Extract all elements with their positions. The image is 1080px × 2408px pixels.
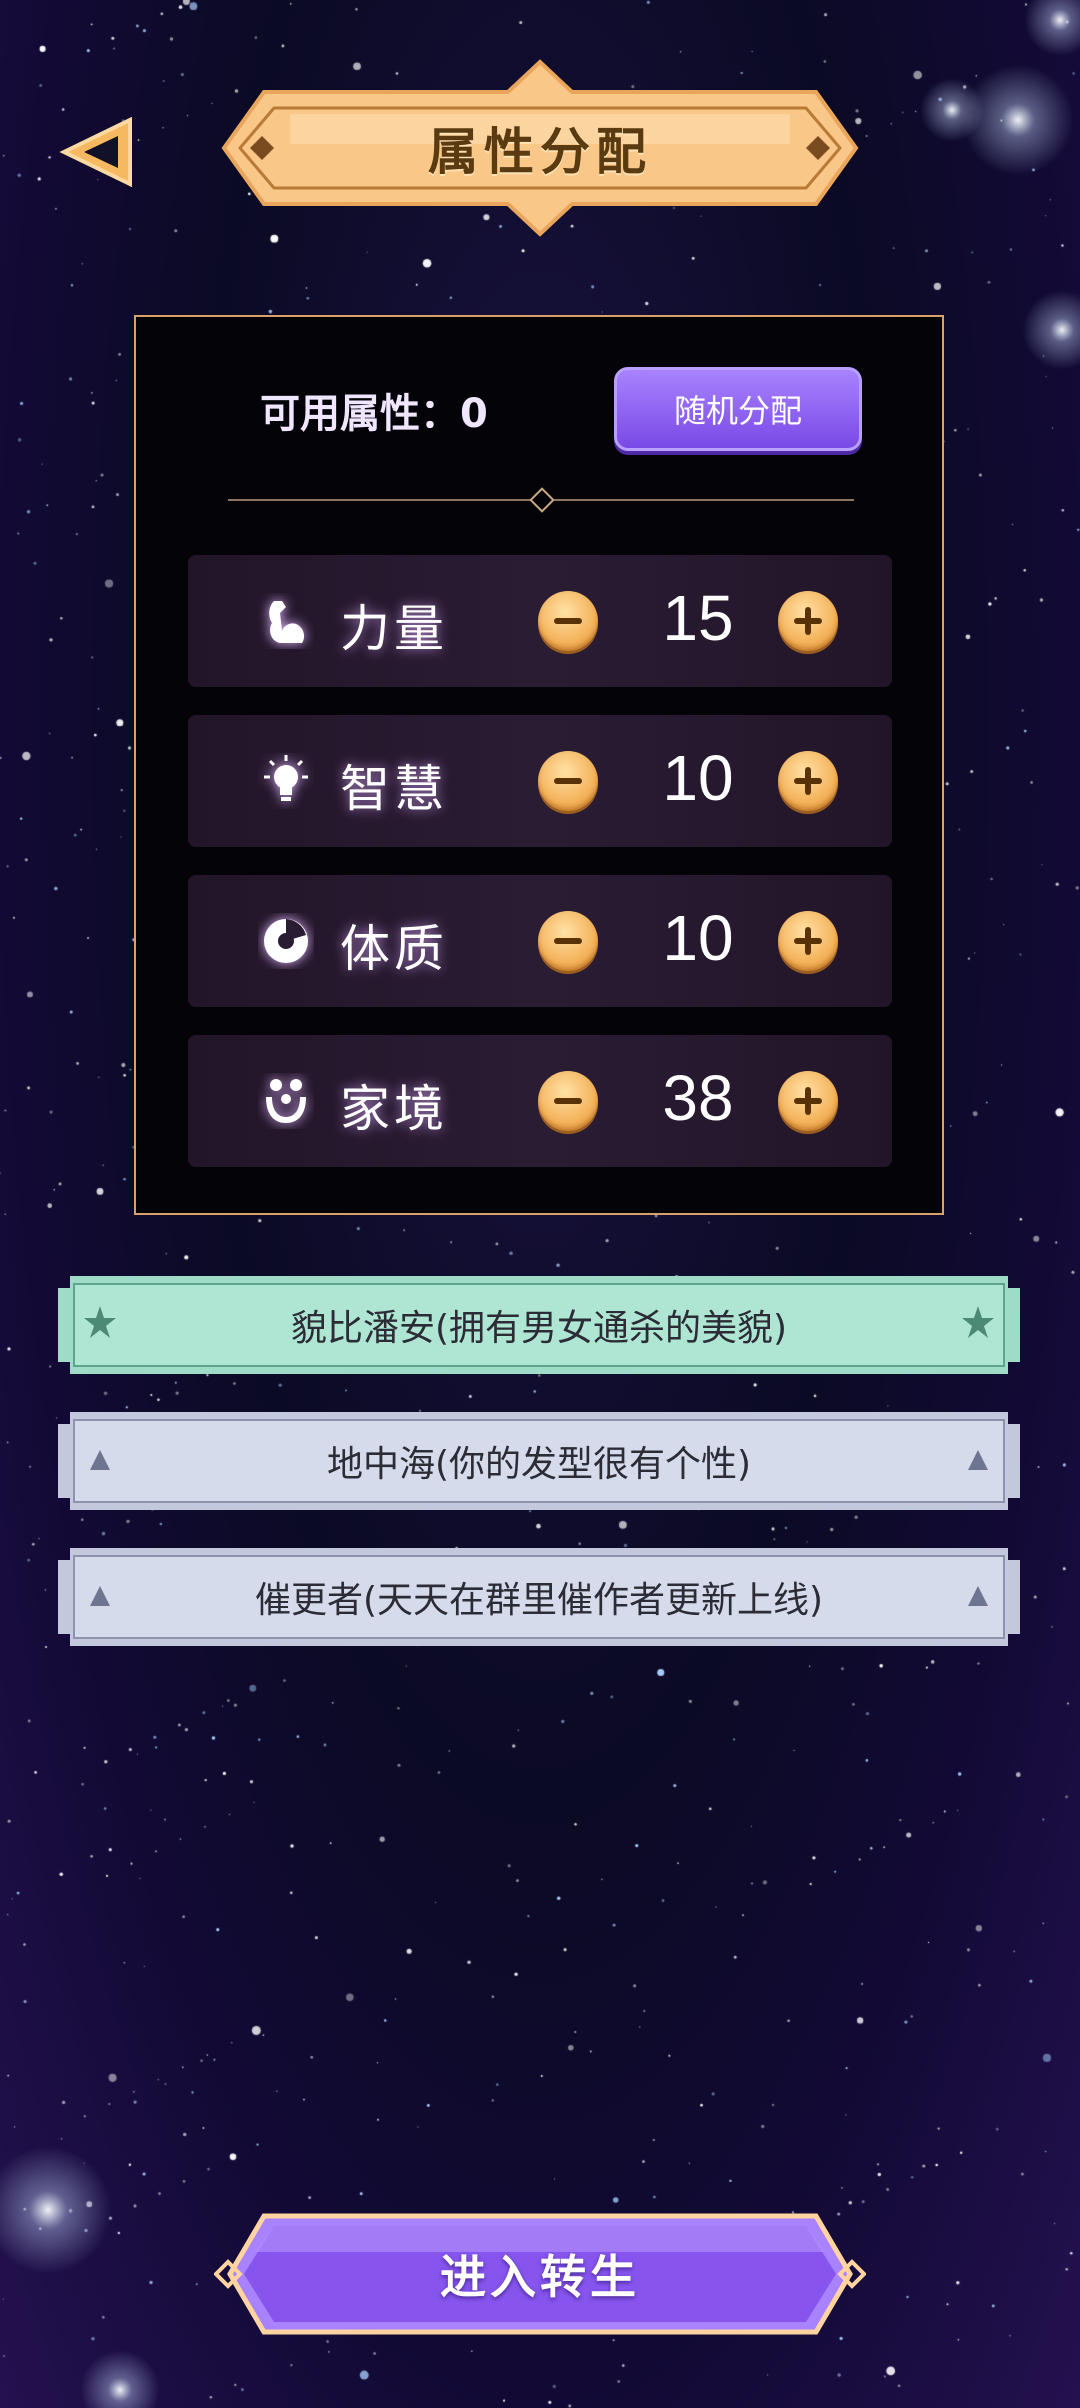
attribute-value: 10 [662,902,734,974]
plus-icon [805,927,811,955]
minus-icon [554,778,582,784]
panel-corner [914,1185,944,1215]
divider-diamond [529,487,555,513]
plus-icon [805,1087,811,1115]
attribute-label: 力量 [340,600,448,658]
back-triangle-icon [59,116,132,188]
attribute-row-family: 家境 38 [188,1035,892,1167]
attribute-value: 15 [662,582,734,654]
attribute-value: 38 [662,1062,734,1134]
title-banner: 属性分配 [220,58,860,238]
available-points: 可用属性：0 [260,381,488,439]
muscle-icon [269,601,305,643]
plus-icon [805,767,811,795]
plus-icon [805,607,811,635]
increase-wisdom-button[interactable] [778,751,838,811]
minus-icon [554,938,582,944]
trait-card-rare[interactable]: 貌比潘安(拥有男女通杀的美貌) [58,1276,1020,1374]
constitution-icon [264,919,308,963]
increase-constitution-button[interactable] [778,911,838,971]
available-value: 0 [460,391,488,437]
increase-family-button[interactable] [778,1071,838,1131]
attribute-row-strength: 力量 15 [188,555,892,687]
minus-icon [554,618,582,624]
trait-text: 貌比潘安(拥有男女通杀的美貌) [290,1308,788,1349]
family-icon [266,1079,306,1123]
panel-corner [134,315,164,345]
trait-card-common[interactable]: 催更者(天天在群里催作者更新上线) [58,1548,1020,1646]
attribute-label: 智慧 [340,760,448,818]
attribute-label: 体质 [340,920,448,978]
panel-corner [914,315,944,345]
decrease-family-button[interactable] [538,1071,598,1131]
attribute-row-constitution: 体质 10 [188,875,892,1007]
trait-text: 催更者(天天在群里催作者更新上线) [254,1580,824,1621]
enter-button-label: 进入转生 [440,2250,640,2304]
trait-card-common[interactable]: 地中海(你的发型很有个性) [58,1412,1020,1510]
decrease-wisdom-button[interactable] [538,751,598,811]
enter-rebirth-button[interactable]: 进入转生 [214,2212,866,2336]
random-allocate-button[interactable]: 随机分配 [614,367,862,451]
decrease-strength-button[interactable] [538,591,598,651]
increase-strength-button[interactable] [778,591,838,651]
available-label: 可用属性： [260,391,460,437]
decrease-constitution-button[interactable] [538,911,598,971]
trait-text: 地中海(你的发型很有个性) [326,1444,752,1485]
page-title: 属性分配 [428,123,652,181]
back-button[interactable] [58,112,138,192]
lightbulb-icon [264,755,308,801]
minus-icon [554,1098,582,1104]
panel-corner [134,1185,164,1215]
attribute-label: 家境 [340,1080,448,1138]
attribute-row-wisdom: 智慧 10 [188,715,892,847]
attribute-panel: 可用属性：0 随机分配 力量 15 智慧 10 体质 10 家境 38 [134,315,944,1215]
attribute-value: 10 [662,742,734,814]
